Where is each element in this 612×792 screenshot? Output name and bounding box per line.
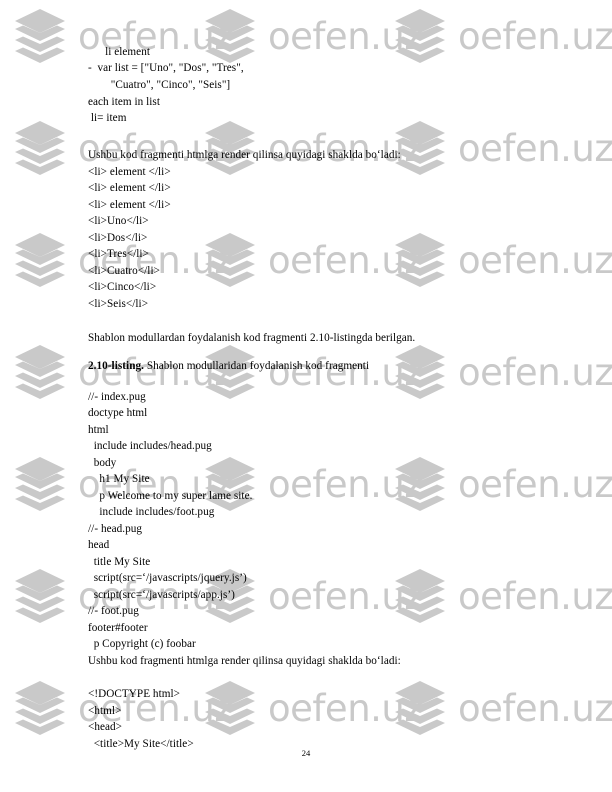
- text-line: <li>Cuatro</li>: [88, 265, 160, 277]
- text-line: <head>: [88, 721, 123, 733]
- text-line: <!DOCTYPE html>: [88, 688, 180, 700]
- text-line: <li>Tres</li>: [88, 248, 149, 260]
- text-line: Shablon modullardan foydalanish kod frag…: [88, 332, 416, 344]
- text-line: //- head.pug: [88, 523, 143, 535]
- text-line: <li> element </li>: [88, 182, 171, 194]
- text-line: <li> element </li>: [88, 199, 171, 211]
- text-line: p Copyright (c) foobar: [88, 638, 196, 650]
- text-line: <li>Cinco</li>: [88, 281, 157, 293]
- text-line: p Welcome to my super lame site.: [88, 490, 253, 502]
- text-line: h1 My Site: [88, 473, 150, 485]
- text-line: <li> element </li>: [88, 166, 171, 178]
- text-line: Ushbu kod fragmenti htmlga render qilins…: [88, 149, 401, 161]
- text-line: Ushbu kod fragmenti htmlga render qilins…: [88, 655, 401, 667]
- text-line: include includes/head.pug: [88, 440, 212, 452]
- text-line: footer#footer: [88, 622, 148, 634]
- page-number: 24: [301, 748, 311, 758]
- text-line: //- foot.pug: [88, 605, 139, 617]
- text-line: include includes/foot.pug: [88, 506, 215, 518]
- text-line: body: [88, 457, 117, 469]
- text-line: <li>Seis</li>: [88, 298, 149, 310]
- text-line: head: [88, 539, 110, 551]
- text-line: script(src=‘/javascripts/jquery.js’): [88, 572, 247, 584]
- text-line: <li>Uno</li>: [88, 215, 149, 227]
- text-line: <html>: [88, 705, 122, 717]
- text-line: li= item: [88, 112, 127, 124]
- text-line: - var list = ["Uno", "Dos", "Tres",: [88, 62, 244, 74]
- text-line: li element: [88, 46, 151, 58]
- text-line: "Cuatro", "Cinco", "Seis"]: [88, 79, 231, 91]
- text-line: doctype html: [88, 407, 148, 419]
- text-line: title My Site: [88, 556, 151, 568]
- text-line: each item in list: [88, 96, 160, 108]
- text-line: //- index.pug: [88, 391, 146, 403]
- document-page: oefen.uz oefen.uz oefen.uz oefen.uz oefen.uz…: [0, 0, 612, 792]
- text-line: script(src=‘/javascripts/app.js’): [88, 589, 235, 601]
- document-text-layer: li element - var list = ["Uno", "Dos", "T…: [0, 0, 612, 792]
- text-line: <li>Dos</li>: [88, 232, 148, 244]
- text-line: html: [88, 424, 109, 436]
